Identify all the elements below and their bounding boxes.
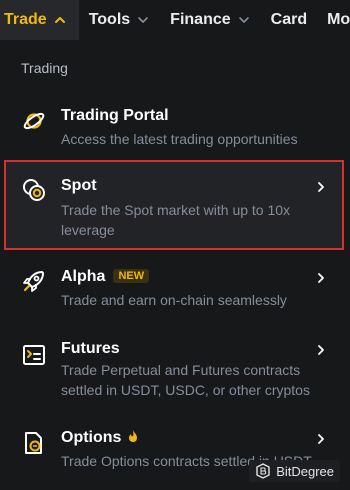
spot-coins-icon bbox=[21, 177, 47, 203]
nav-item-finance-label: Finance bbox=[170, 11, 231, 28]
nav-item-tools[interactable]: Tools bbox=[79, 0, 160, 40]
chevron-up-icon bbox=[53, 13, 67, 27]
bitdegree-logo-icon bbox=[255, 463, 271, 479]
section-label-trading: Trading bbox=[21, 60, 68, 76]
menu-item-spot[interactable]: Spot Trade the Spot market with up to 10… bbox=[0, 160, 350, 250]
nav-item-trade-label: Trade bbox=[4, 11, 47, 28]
top-navigation: Trade Tools Finance Card More bbox=[0, 0, 350, 40]
menu-description: Access the latest trading opportunities bbox=[61, 131, 298, 147]
menu-item-futures[interactable]: Futures Trade Perpetual and Futures cont… bbox=[0, 336, 350, 406]
nav-item-card-label: Card bbox=[270, 11, 308, 28]
chevron-right-icon bbox=[316, 433, 326, 445]
new-badge: NEW bbox=[113, 269, 150, 283]
nav-item-card[interactable]: Card bbox=[261, 0, 317, 40]
nav-item-tools-label: Tools bbox=[88, 11, 131, 28]
menu-title: Alpha bbox=[61, 268, 106, 285]
bitdegree-watermark: BitDegree bbox=[249, 460, 340, 482]
menu-title: Spot bbox=[61, 177, 97, 194]
chevron-right-icon bbox=[316, 181, 326, 193]
trade-dropdown-screen: Trade Tools Finance Card More Trading bbox=[0, 0, 350, 490]
menu-title-options: Options bbox=[61, 429, 139, 447]
menu-description: Trade Perpetual and Futures contracts se… bbox=[61, 362, 310, 398]
menu-item-trading-portal[interactable]: Trading Portal Access the latest trading… bbox=[0, 100, 350, 155]
nav-item-finance[interactable]: Finance bbox=[160, 0, 260, 40]
rocket-icon bbox=[21, 268, 47, 294]
nav-item-more-label: More bbox=[327, 11, 350, 28]
flame-icon bbox=[127, 429, 139, 443]
menu-title-alpha: Alpha NEW bbox=[61, 268, 150, 286]
chevron-right-icon bbox=[316, 272, 326, 284]
menu-title: Options bbox=[61, 429, 122, 446]
nav-item-more[interactable]: More bbox=[317, 0, 350, 40]
chevron-down-icon bbox=[136, 13, 150, 27]
chevron-down-icon bbox=[237, 13, 251, 27]
menu-title: Trading Portal bbox=[61, 107, 169, 124]
futures-icon bbox=[21, 342, 47, 368]
menu-title: Futures bbox=[61, 340, 120, 357]
planet-icon bbox=[21, 108, 47, 134]
chevron-right-icon bbox=[316, 344, 326, 356]
nav-item-trade[interactable]: Trade bbox=[0, 0, 79, 40]
watermark-text: BitDegree bbox=[276, 463, 334, 479]
menu-description: Trade and earn on-chain seamlessly bbox=[61, 292, 287, 308]
menu-item-alpha[interactable]: Alpha NEW Trade and earn on-chain seamles… bbox=[0, 262, 350, 322]
options-icon bbox=[21, 430, 47, 456]
menu-description: Trade the Spot market with up to 10x lev… bbox=[61, 202, 291, 238]
